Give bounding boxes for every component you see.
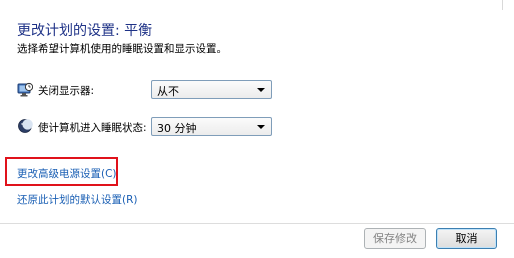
moon-sleep-icon (17, 118, 33, 134)
bottom-divider (0, 223, 514, 224)
advanced-power-settings-link[interactable]: 更改高级电源设置(C) (17, 166, 117, 181)
monitor-clock-icon (17, 82, 34, 98)
cancel-button[interactable]: 取消 (436, 228, 497, 249)
chevron-down-icon (257, 125, 265, 129)
chevron-down-icon (257, 88, 265, 92)
page-subtitle: 选择希望计算机使用的睡眠设置和显示设置。 (17, 43, 227, 55)
sleep-select[interactable]: 30 分钟 (151, 117, 272, 136)
display-off-label: 关闭显示器: (38, 85, 95, 97)
top-divider (502, 0, 503, 10)
save-button[interactable]: 保存修改 (364, 228, 426, 249)
restore-defaults-link[interactable]: 还原此计划的默认设置(R) (17, 192, 138, 207)
sleep-value: 30 分钟 (157, 122, 197, 135)
sleep-label: 使计算机进入睡眠状态: (38, 122, 147, 134)
display-off-select[interactable]: 从不 (151, 80, 272, 99)
display-off-value: 从不 (157, 85, 179, 98)
page-title: 更改计划的设置: 平衡 (17, 23, 153, 39)
